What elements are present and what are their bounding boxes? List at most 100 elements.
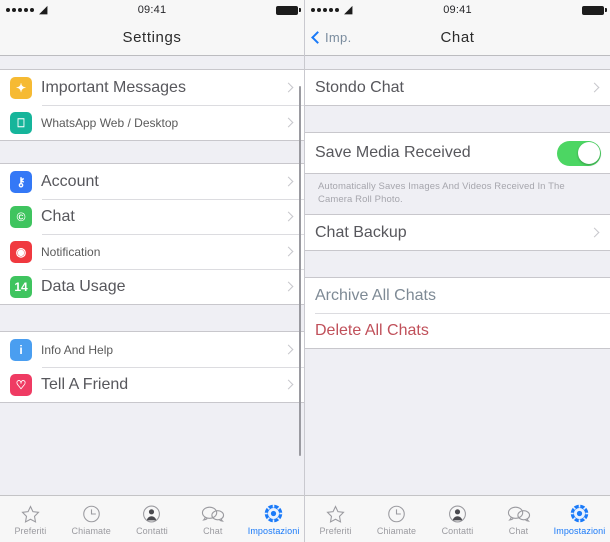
tab-label: Chat — [203, 526, 223, 536]
tab-preferiti[interactable]: Preferiti — [0, 496, 61, 542]
chevron-right-icon — [283, 82, 294, 93]
tab-label: Impostazioni — [247, 526, 300, 536]
chevron-right-icon — [283, 211, 294, 222]
save-media-toggle[interactable] — [557, 140, 601, 166]
chevron-left-icon — [311, 31, 324, 44]
sidebar-item-tell-a-friend[interactable]: ♡ Tell A Friend — [0, 367, 304, 402]
sidebar-item-info-and-help[interactable]: i Info And Help — [0, 332, 304, 367]
tab-bar-left[interactable]: Preferiti Chiamate Contatti Chat Imposta… — [0, 495, 304, 542]
nav-bar-left: Settings — [0, 20, 304, 56]
row-label: Chat — [41, 207, 75, 225]
sidebar-item-important-messages[interactable]: ✦ Important Messages — [0, 70, 304, 105]
sidebar-item-notification[interactable]: ◉ Notification — [0, 234, 304, 269]
sidebar-item-data-usage[interactable]: 14 Data Usage — [0, 269, 304, 304]
scroll-indicator[interactable] — [299, 86, 301, 456]
group-gap — [0, 141, 304, 163]
save-media-footnote: Automatically Saves Images And Videos Re… — [305, 174, 610, 214]
settings-group-2: ⚷ Account © Chat ◉ Notification 14 Data … — [0, 163, 304, 305]
back-button-label: Imp. — [325, 30, 352, 45]
status-bar-time: 09:41 — [137, 4, 167, 16]
row-label: Chat Backup — [315, 223, 407, 241]
row-label: Data Usage — [41, 277, 126, 295]
group-chat-actions: Archive All Chats Delete All Chats — [305, 277, 610, 349]
tab-impostazioni[interactable]: Impostazioni — [549, 496, 610, 542]
heart-icon: ♡ — [10, 373, 32, 396]
tab-label: Preferiti — [14, 526, 47, 536]
tab-label: Impostazioni — [553, 526, 606, 536]
data-usage-icon: 14 — [10, 275, 32, 298]
star-icon: ✦ — [10, 76, 32, 99]
bell-icon: ◉ — [10, 240, 32, 263]
tab-chiamate[interactable]: Chiamate — [61, 496, 122, 542]
tab-label: Preferiti — [319, 526, 352, 536]
sidebar-item-chat[interactable]: © Chat — [0, 199, 304, 234]
chat-settings-list[interactable]: Stondo Chat Save Media Received Automati… — [305, 56, 610, 495]
battery-icon — [582, 5, 607, 15]
sidebar-item-whatsapp-web-desktop[interactable]: ⎕ WhatsApp Web / Desktop — [0, 105, 304, 140]
clock-icon — [386, 502, 407, 524]
tab-chiamate[interactable]: Chiamate — [366, 496, 427, 542]
row-label: Stondo Chat — [315, 78, 404, 96]
chat-bubble-icon: © — [10, 205, 32, 228]
gear-icon — [569, 502, 590, 524]
row-chat-backup[interactable]: Chat Backup — [305, 215, 610, 250]
tab-preferiti[interactable]: Preferiti — [305, 496, 366, 542]
chevron-right-icon — [283, 176, 294, 187]
tab-impostazioni[interactable]: Impostazioni — [243, 496, 304, 542]
group-gap — [0, 305, 304, 331]
status-bar-left: ◢ 09:41 — [0, 0, 304, 20]
row-label: Notification — [41, 244, 101, 259]
page-title: Settings — [122, 29, 182, 46]
chat-bubbles-icon — [201, 502, 225, 524]
row-label: WhatsApp Web / Desktop — [41, 115, 179, 130]
chevron-right-icon — [589, 227, 600, 238]
row-archive-all-chats[interactable]: Archive All Chats — [305, 278, 610, 313]
dual-screen-container: ◢ 09:41 Settings ✦ Important Messages ⎕ … — [0, 0, 610, 542]
group-save-media: Save Media Received — [305, 132, 610, 174]
chevron-right-icon — [283, 281, 294, 292]
sidebar-item-account[interactable]: ⚷ Account — [0, 164, 304, 199]
tab-label: Contatti — [136, 526, 168, 536]
row-label: Info And Help — [41, 342, 114, 357]
tab-contatti[interactable]: Contatti — [122, 496, 183, 542]
chevron-right-icon — [283, 379, 294, 390]
person-icon — [141, 502, 162, 524]
monitor-icon: ⎕ — [10, 111, 32, 134]
row-label: Save Media Received — [315, 144, 471, 161]
info-icon: i — [10, 338, 32, 361]
group-gap — [305, 251, 610, 277]
row-label: Important Messages — [41, 78, 186, 96]
tab-label: Chat — [508, 526, 529, 536]
row-label: Archive All Chats — [315, 286, 436, 304]
group-wallpaper: Stondo Chat — [305, 69, 610, 106]
tab-label: Contatti — [441, 526, 474, 536]
nav-bar-right: Imp. Chat — [305, 20, 610, 56]
tab-label: Chiamate — [71, 526, 111, 536]
chevron-right-icon — [283, 117, 294, 128]
tab-bar-right[interactable]: Preferiti Chiamate Contatti Chat Imposta… — [305, 495, 610, 542]
tab-chat[interactable]: Chat — [182, 496, 243, 542]
person-icon — [447, 502, 468, 524]
row-save-media-received[interactable]: Save Media Received — [305, 133, 610, 173]
back-button[interactable]: Imp. — [305, 30, 351, 45]
settings-group-1: ✦ Important Messages ⎕ WhatsApp Web / De… — [0, 69, 304, 141]
list-top-spacer — [305, 56, 610, 69]
status-bar-right: ◢ 09:41 — [305, 0, 610, 20]
star-outline-icon — [20, 502, 41, 524]
tab-chat[interactable]: Chat — [488, 496, 549, 542]
settings-list[interactable]: ✦ Important Messages ⎕ WhatsApp Web / De… — [0, 56, 304, 495]
row-delete-all-chats[interactable]: Delete All Chats — [305, 313, 610, 348]
group-chat-backup: Chat Backup — [305, 214, 610, 251]
group-gap — [305, 106, 610, 132]
key-icon: ⚷ — [10, 170, 32, 193]
chevron-right-icon — [283, 344, 294, 355]
battery-icon — [276, 5, 301, 15]
star-outline-icon — [325, 502, 346, 524]
clock-icon — [81, 502, 102, 524]
left-screen-settings: ◢ 09:41 Settings ✦ Important Messages ⎕ … — [0, 0, 305, 542]
settings-group-3: i Info And Help ♡ Tell A Friend — [0, 331, 304, 403]
chevron-right-icon — [283, 246, 294, 257]
row-stondo-chat[interactable]: Stondo Chat — [305, 70, 610, 105]
tab-contatti[interactable]: Contatti — [427, 496, 488, 542]
chat-bubbles-icon — [507, 502, 531, 524]
